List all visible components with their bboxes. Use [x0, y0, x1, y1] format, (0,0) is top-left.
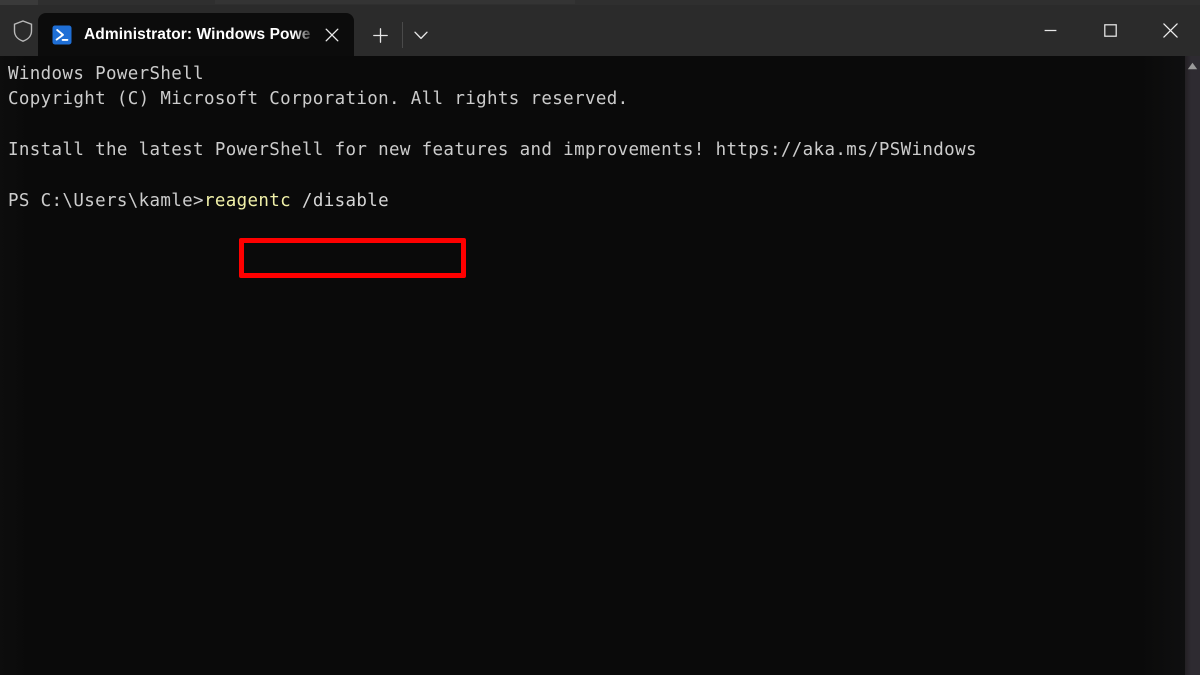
command-argument: /disable [291, 191, 390, 211]
terminal-window: Administrator: Windows Powe Windows Powe… [0, 0, 1200, 675]
shield-icon [10, 17, 36, 45]
tab-dropdown-button[interactable] [404, 19, 438, 51]
tab-close-icon[interactable] [316, 19, 348, 51]
plus-icon [372, 27, 388, 43]
command-executable: reagentc [203, 191, 292, 211]
terminal-output-area[interactable]: Windows PowerShell Copyright (C) Microso… [0, 56, 1200, 675]
terminal-line-banner-title: Windows PowerShell [8, 64, 204, 84]
scrollbar-up-arrow[interactable] [1185, 59, 1200, 73]
terminal-prompt-line: PS C:\Users\kamle>reagentc /disable [8, 191, 389, 212]
tab-administrator-windows-powershell[interactable]: Administrator: Windows Powe [38, 13, 354, 56]
title-bar: Administrator: Windows Powe [0, 5, 1200, 56]
prompt-text: PS C:\Users\kamle> [8, 191, 204, 211]
new-tab-button[interactable] [362, 19, 398, 51]
scrollbar-track[interactable] [1185, 56, 1200, 675]
tab-title: Administrator: Windows Powe [84, 25, 311, 43]
minimize-icon [1044, 29, 1056, 32]
terminal-screen: Windows PowerShell Copyright (C) Microso… [8, 56, 1168, 675]
terminal-scrollbar[interactable] [1185, 56, 1200, 675]
chevron-down-icon [414, 31, 428, 39]
close-icon [1162, 23, 1178, 38]
triangle-up-icon [1187, 62, 1198, 70]
minimize-button[interactable] [1020, 5, 1080, 56]
command-highlight-box [239, 238, 466, 278]
background-window-sliver-mid [215, 0, 575, 4]
terminal-line-copyright: Copyright (C) Microsoft Corporation. All… [8, 89, 629, 109]
close-button[interactable] [1140, 5, 1200, 56]
maximize-icon [1103, 24, 1117, 37]
tabbar-separator [402, 22, 403, 48]
terminal-line-update-notice: Install the latest PowerShell for new fe… [8, 140, 977, 160]
window-controls [1020, 5, 1200, 56]
maximize-button[interactable] [1080, 5, 1140, 56]
powershell-icon [52, 25, 72, 44]
